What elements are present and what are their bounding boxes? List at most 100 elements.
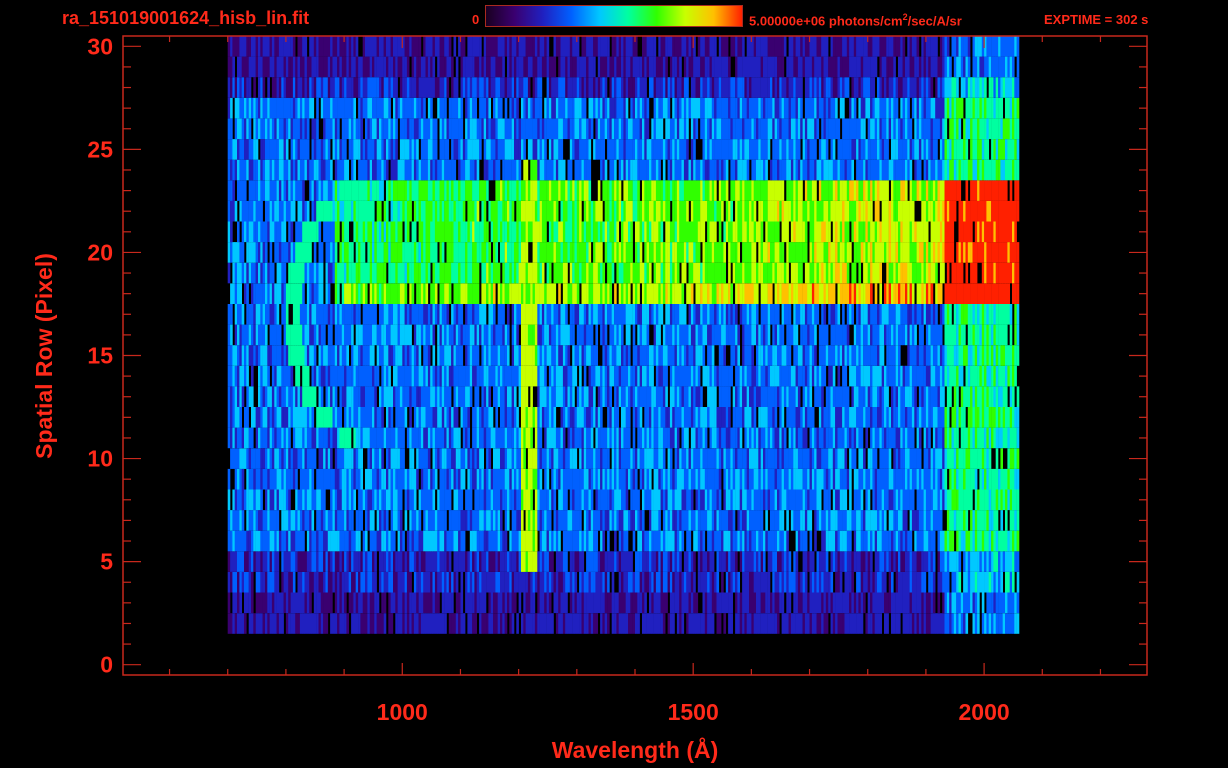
heatmap-cell: [604, 551, 608, 572]
heatmap-cell: [642, 345, 645, 366]
heatmap-cell: [688, 510, 692, 531]
heatmap-cell: [555, 613, 559, 634]
heatmap-cell: [742, 386, 745, 407]
heatmap-cell: [497, 551, 501, 572]
heatmap-cell: [544, 407, 547, 428]
heatmap-cell: [251, 448, 254, 469]
heatmap-cell: [870, 365, 873, 387]
heatmap-cell: [546, 530, 550, 552]
heatmap-cell: [653, 345, 657, 366]
heatmap-cell: [746, 468, 750, 490]
heatmap-cell: [583, 427, 587, 449]
heatmap-cell: [358, 365, 361, 387]
heatmap-cell: [537, 345, 540, 366]
heatmap-cell: [534, 365, 538, 387]
heatmap-cell: [453, 407, 457, 428]
heatmap-cell: [695, 530, 699, 552]
heatmap-cell: [662, 489, 666, 511]
heatmap-cell: [276, 613, 280, 634]
heatmap-cell: [946, 571, 950, 593]
heatmap-cell: [227, 592, 231, 614]
heatmap-cell: [665, 592, 668, 614]
heatmap-cell: [628, 448, 631, 469]
heatmap-cell: [437, 551, 440, 572]
heatmap-cell: [530, 365, 533, 387]
heatmap-cell: [939, 448, 943, 469]
heatmap-cell: [702, 468, 706, 490]
heatmap-cell: [402, 530, 405, 552]
heatmap-cell: [306, 324, 310, 346]
heatmap-cell: [255, 304, 259, 325]
heatmap-cell: [402, 304, 405, 325]
heatmap-cell: [737, 613, 740, 634]
heatmap-cell: [474, 407, 477, 428]
heatmap-cell: [693, 510, 696, 531]
heatmap-cell: [735, 345, 738, 366]
heatmap-cell: [386, 530, 389, 552]
heatmap-cell: [777, 448, 780, 469]
heatmap-cell: [711, 613, 715, 634]
heatmap-cell: [676, 551, 680, 572]
heatmap-cell: [476, 386, 480, 407]
heatmap-cell: [446, 551, 450, 572]
heatmap-cell: [413, 345, 417, 366]
heatmap-cell: [804, 407, 808, 428]
heatmap-cell: [316, 489, 319, 511]
heatmap-cell: [637, 489, 640, 511]
heatmap-cell: [274, 324, 277, 346]
heatmap-cell: [760, 510, 764, 531]
heatmap-cell: [469, 365, 473, 387]
heatmap-cell: [949, 613, 952, 634]
heatmap-cell: [602, 551, 605, 572]
heatmap-cell: [514, 365, 517, 387]
heatmap-cell: [758, 427, 761, 449]
heatmap-cell: [527, 571, 531, 593]
heatmap-cell: [837, 304, 841, 325]
heatmap-cell: [253, 345, 256, 366]
heatmap-cell: [395, 427, 398, 449]
heatmap-cell: [416, 551, 419, 572]
heatmap-cell: [607, 407, 610, 428]
heatmap-cell: [604, 613, 608, 634]
heatmap-cell: [918, 386, 922, 407]
heatmap-cell: [790, 427, 794, 449]
heatmap-cell: [746, 510, 750, 531]
heatmap-cell: [846, 324, 850, 346]
heatmap-cell: [928, 468, 931, 490]
heatmap-cell: [700, 571, 703, 593]
heatmap-cell: [944, 365, 948, 387]
heatmap-cell: [835, 551, 838, 572]
heatmap-cell: [949, 304, 952, 325]
heatmap-cell: [395, 407, 398, 428]
heatmap-cell: [362, 592, 366, 614]
heatmap-cell: [751, 571, 754, 593]
heatmap-cell: [704, 551, 708, 572]
heatmap-cell: [262, 592, 266, 614]
heatmap-cell: [809, 489, 813, 511]
heatmap-cell: [895, 386, 899, 407]
heatmap-cell: [418, 407, 422, 428]
heatmap-cell: [825, 530, 829, 552]
heatmap-cell: [649, 592, 652, 614]
heatmap-cell: [935, 365, 938, 387]
heatmap-cell: [828, 592, 831, 614]
heatmap-cell: [944, 324, 948, 346]
heatmap-cell: [472, 551, 475, 572]
heatmap-cell: [525, 345, 529, 366]
heatmap-cell: [514, 386, 517, 407]
heatmap-cell: [972, 468, 976, 490]
heatmap-cell: [258, 448, 261, 469]
heatmap-cell: [856, 386, 859, 407]
heatmap-cell: [974, 613, 978, 634]
heatmap-cell: [1016, 324, 1020, 346]
spectrogram-chart: 1000 1500 2000051015202530 Wavelength (Å) …: [31, 33, 1148, 763]
heatmap-cell: [451, 510, 454, 531]
heatmap-cell: [281, 551, 284, 572]
heatmap-cell: [406, 304, 410, 325]
heatmap-cell: [704, 613, 708, 634]
heatmap-cell: [907, 489, 910, 511]
heatmap-cell: [246, 510, 249, 531]
heatmap-cell: [635, 304, 638, 325]
heatmap-cell: [928, 592, 931, 614]
heatmap-cell: [921, 592, 924, 614]
